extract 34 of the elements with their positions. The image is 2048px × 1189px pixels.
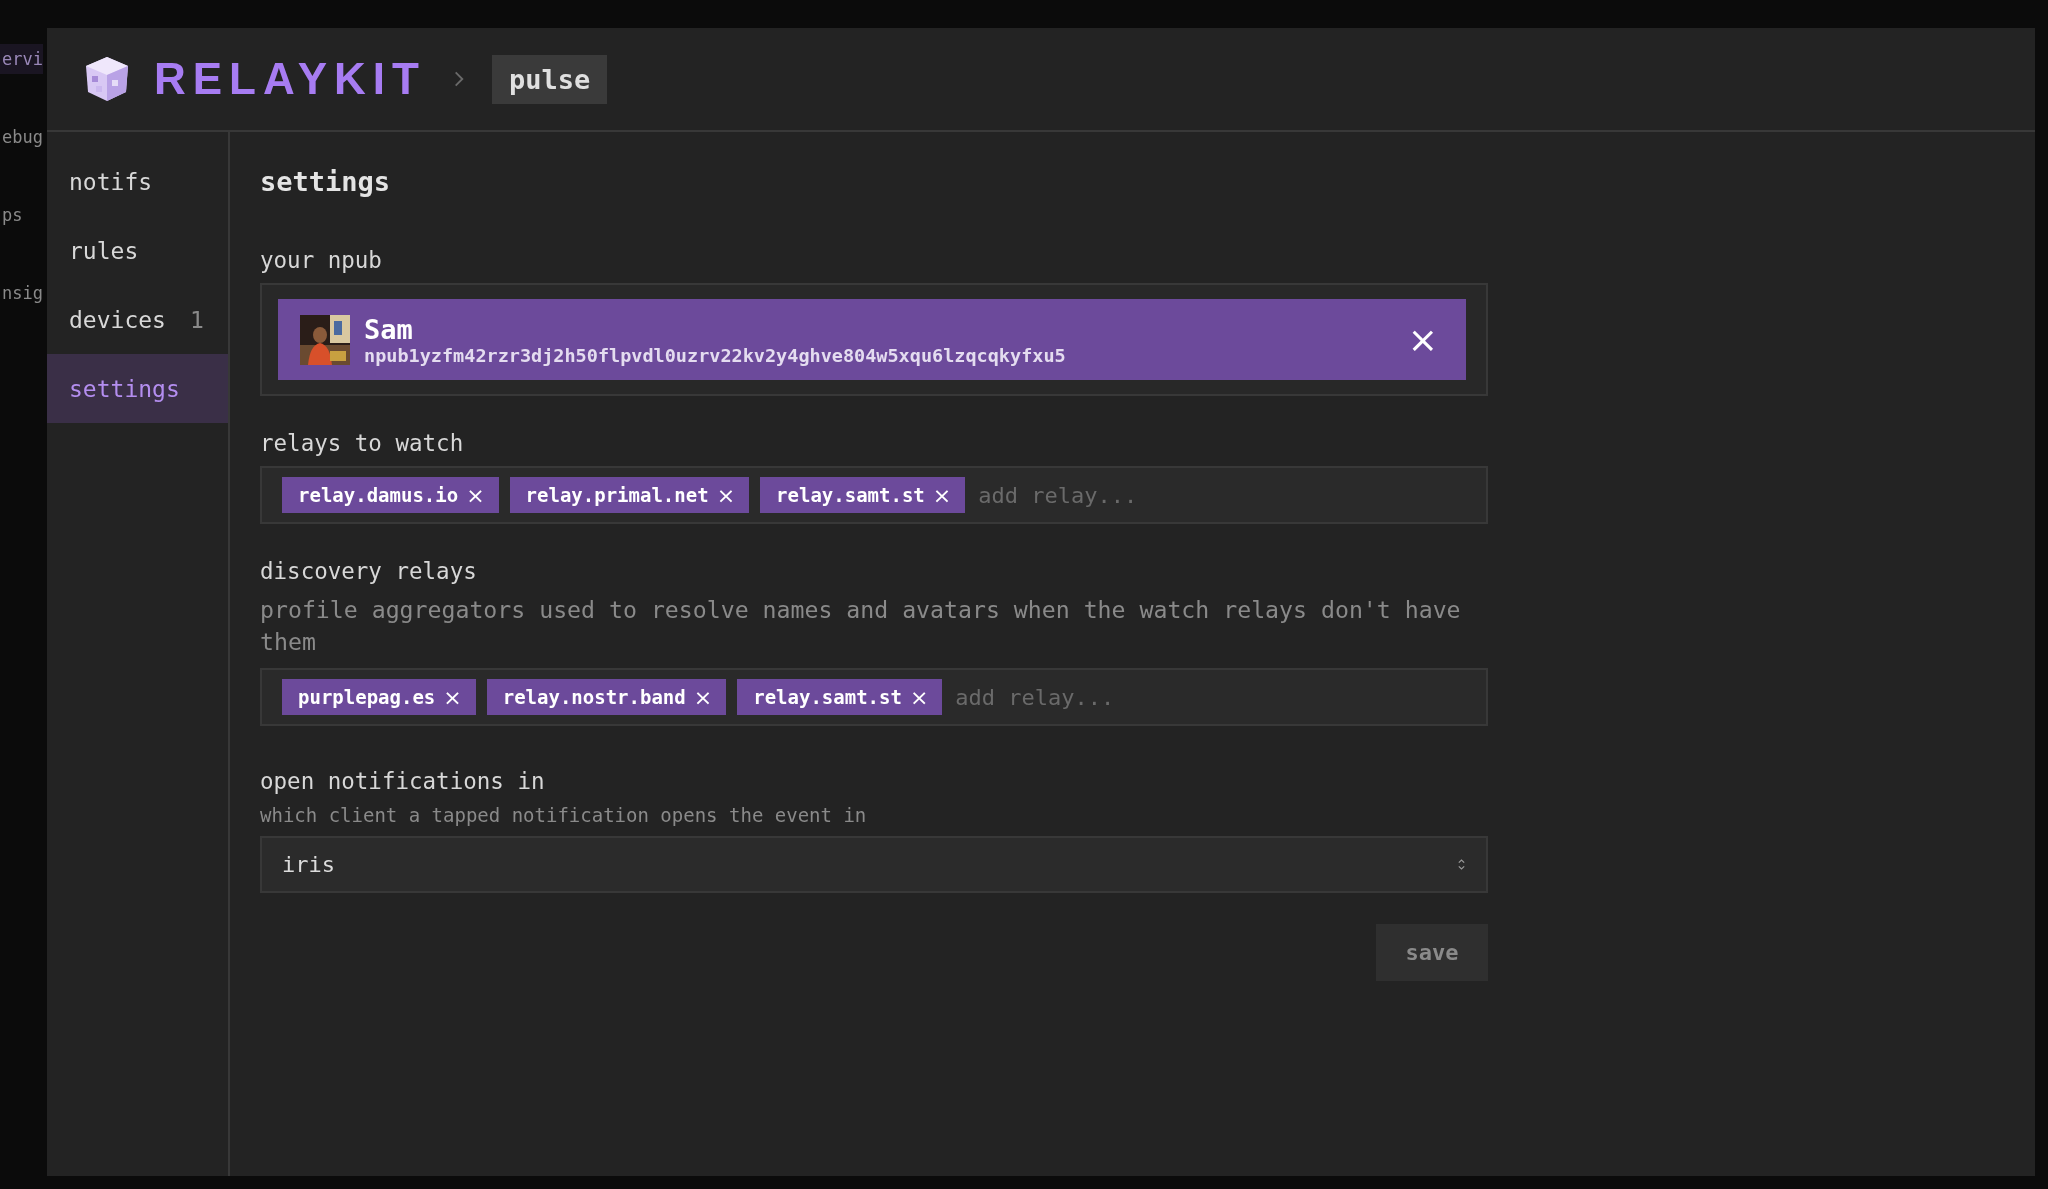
sidebar-item[interactable]: devices 1 [47,285,228,354]
page-title: settings [260,166,392,197]
field-hint: which client a tapped notification opens the event in [260,804,868,826]
relay-name: relay.primal.net [525,484,709,506]
save-button[interactable]: save [1376,924,1488,981]
remove-button[interactable]: × [932,482,952,508]
chevron-icon [453,70,464,88]
relay-name: relay.nostr.band [502,686,686,708]
remove-button[interactable]: × [466,482,485,508]
relay-name: purplepag.es [298,686,436,708]
relay-name: relay.samt.st [776,484,925,506]
project-label[interactable]: pulse [491,54,608,104]
updown-icon [1457,857,1466,872]
field-label: your npub [260,247,383,273]
brand-logo: RELAYKIT [154,54,426,104]
sidebar-item[interactable]: notifs [47,147,228,216]
add-relay-input[interactable]: add relay... [976,481,1466,509]
close-button[interactable]: × [1401,319,1444,360]
add-relay-input[interactable]: add relay... [953,683,1466,711]
remove-button[interactable]: × [693,684,713,710]
field-label: open notifications in [260,768,546,794]
relay-name: relay.damus.io [298,484,459,506]
field-description: profile aggregators used to resolve names and avatars when the watch relays don't have them [260,595,1462,657]
profile-name: Sam [364,313,414,345]
sidebar-item[interactable]: settings [47,354,228,423]
remove-button[interactable]: × [909,684,929,710]
client-select[interactable]: iris [260,836,1488,893]
remove-button[interactable]: × [443,684,462,710]
field-label: relays to watch [260,430,465,456]
remove-button[interactable]: × [716,482,736,508]
field-label: discovery relays [260,558,478,584]
sidebar-item[interactable]: rules [47,216,228,285]
npub-key: npub1yzfm42rzr3dj2h50flpvdl0uzrv22kv2y4ghve804w5xqu6lzqcqkyfxu5 [364,344,1402,366]
relay-name: relay.samt.st [753,686,902,708]
